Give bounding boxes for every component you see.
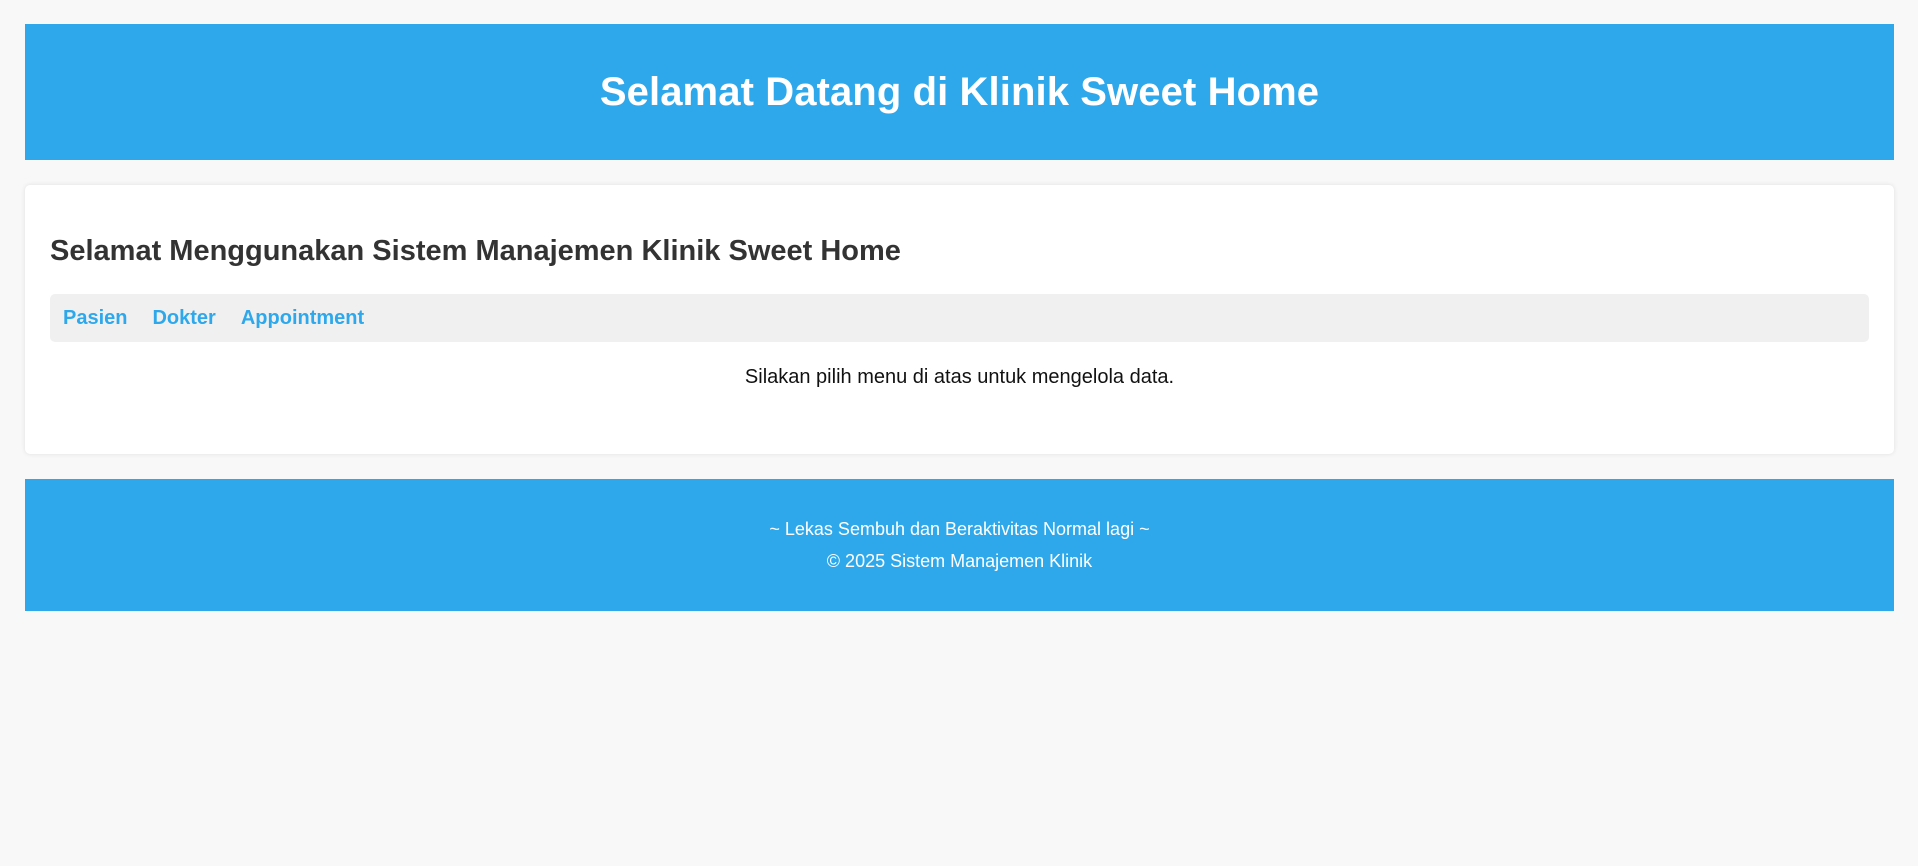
- instruction-message: Silakan pilih menu di atas untuk mengelo…: [744, 366, 1175, 388]
- nav-link-dokter[interactable]: Dokter: [152, 307, 215, 330]
- main-card: Selamat Menggunakan Sistem Manajemen Kli…: [25, 185, 1894, 454]
- footer-copyright: © 2025 Sistem Manajemen Klinik: [826, 551, 1093, 571]
- site-footer: ~ Lekas Sembuh dan Beraktivitas Normal l…: [25, 479, 1894, 611]
- nav-link-appointment[interactable]: Appointment: [241, 307, 364, 330]
- footer-tagline: ~ Lekas Sembuh dan Beraktivitas Normal l…: [769, 519, 1150, 539]
- site-header: Selamat Datang di Klinik Sweet Home: [25, 24, 1894, 160]
- page-heading: Selamat Menggunakan Sistem Manajemen Kli…: [50, 235, 901, 267]
- page-container: Selamat Datang di Klinik Sweet Home Sela…: [0, 0, 1918, 611]
- main-nav: Pasien Dokter Appointment: [50, 294, 1869, 342]
- site-title: Selamat Datang di Klinik Sweet Home: [599, 69, 1320, 114]
- nav-link-pasien[interactable]: Pasien: [63, 307, 127, 330]
